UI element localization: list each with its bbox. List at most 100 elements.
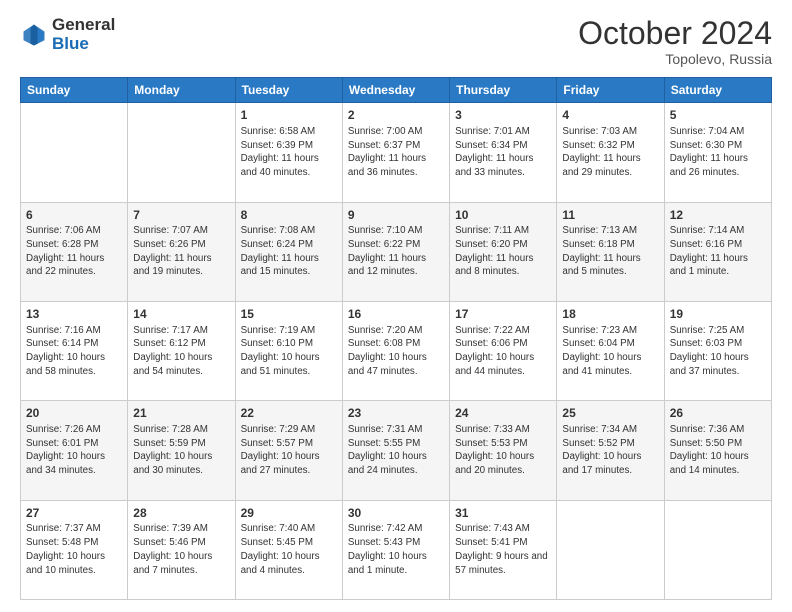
page: General Blue October 2024 Topolevo, Russ… bbox=[0, 0, 792, 612]
day-info: Sunrise: 7:07 AMSunset: 6:26 PMDaylight:… bbox=[133, 224, 229, 279]
day-number: 9 bbox=[348, 207, 444, 224]
day-number: 5 bbox=[670, 107, 766, 124]
day-info: Sunrise: 7:37 AMSunset: 5:48 PMDaylight:… bbox=[26, 522, 122, 577]
day-number: 25 bbox=[562, 405, 658, 422]
day-header-monday: Monday bbox=[128, 78, 235, 103]
calendar-cell: 18Sunrise: 7:23 AMSunset: 6:04 PMDayligh… bbox=[557, 301, 664, 400]
day-number: 7 bbox=[133, 207, 229, 224]
calendar-week-row: 20Sunrise: 7:26 AMSunset: 6:01 PMDayligh… bbox=[21, 401, 772, 500]
calendar-cell: 10Sunrise: 7:11 AMSunset: 6:20 PMDayligh… bbox=[450, 202, 557, 301]
day-number: 13 bbox=[26, 306, 122, 323]
calendar-cell: 25Sunrise: 7:34 AMSunset: 5:52 PMDayligh… bbox=[557, 401, 664, 500]
calendar-cell: 26Sunrise: 7:36 AMSunset: 5:50 PMDayligh… bbox=[664, 401, 771, 500]
day-number: 8 bbox=[241, 207, 337, 224]
day-number: 29 bbox=[241, 505, 337, 522]
day-number: 24 bbox=[455, 405, 551, 422]
day-info: Sunrise: 7:39 AMSunset: 5:46 PMDaylight:… bbox=[133, 522, 229, 577]
day-info: Sunrise: 7:42 AMSunset: 5:43 PMDaylight:… bbox=[348, 522, 444, 577]
day-info: Sunrise: 7:06 AMSunset: 6:28 PMDaylight:… bbox=[26, 224, 122, 279]
calendar-cell: 11Sunrise: 7:13 AMSunset: 6:18 PMDayligh… bbox=[557, 202, 664, 301]
logo-general-text: General bbox=[52, 16, 115, 35]
day-number: 10 bbox=[455, 207, 551, 224]
calendar-cell: 24Sunrise: 7:33 AMSunset: 5:53 PMDayligh… bbox=[450, 401, 557, 500]
calendar-cell: 15Sunrise: 7:19 AMSunset: 6:10 PMDayligh… bbox=[235, 301, 342, 400]
day-info: Sunrise: 7:36 AMSunset: 5:50 PMDaylight:… bbox=[670, 423, 766, 478]
day-info: Sunrise: 7:14 AMSunset: 6:16 PMDaylight:… bbox=[670, 224, 766, 279]
day-info: Sunrise: 7:33 AMSunset: 5:53 PMDaylight:… bbox=[455, 423, 551, 478]
day-info: Sunrise: 7:17 AMSunset: 6:12 PMDaylight:… bbox=[133, 324, 229, 379]
day-header-friday: Friday bbox=[557, 78, 664, 103]
day-info: Sunrise: 7:26 AMSunset: 6:01 PMDaylight:… bbox=[26, 423, 122, 478]
header: General Blue October 2024 Topolevo, Russ… bbox=[20, 16, 772, 67]
day-number: 27 bbox=[26, 505, 122, 522]
calendar-week-row: 1Sunrise: 6:58 AMSunset: 6:39 PMDaylight… bbox=[21, 103, 772, 202]
day-number: 3 bbox=[455, 107, 551, 124]
day-number: 28 bbox=[133, 505, 229, 522]
day-info: Sunrise: 7:25 AMSunset: 6:03 PMDaylight:… bbox=[670, 324, 766, 379]
calendar-cell: 4Sunrise: 7:03 AMSunset: 6:32 PMDaylight… bbox=[557, 103, 664, 202]
day-header-saturday: Saturday bbox=[664, 78, 771, 103]
calendar-cell bbox=[557, 500, 664, 599]
day-info: Sunrise: 7:04 AMSunset: 6:30 PMDaylight:… bbox=[670, 125, 766, 180]
day-info: Sunrise: 7:08 AMSunset: 6:24 PMDaylight:… bbox=[241, 224, 337, 279]
day-number: 26 bbox=[670, 405, 766, 422]
day-info: Sunrise: 7:22 AMSunset: 6:06 PMDaylight:… bbox=[455, 324, 551, 379]
day-number: 14 bbox=[133, 306, 229, 323]
day-info: Sunrise: 7:28 AMSunset: 5:59 PMDaylight:… bbox=[133, 423, 229, 478]
day-number: 19 bbox=[670, 306, 766, 323]
calendar-cell: 21Sunrise: 7:28 AMSunset: 5:59 PMDayligh… bbox=[128, 401, 235, 500]
day-info: Sunrise: 7:29 AMSunset: 5:57 PMDaylight:… bbox=[241, 423, 337, 478]
day-info: Sunrise: 7:01 AMSunset: 6:34 PMDaylight:… bbox=[455, 125, 551, 180]
calendar-cell: 17Sunrise: 7:22 AMSunset: 6:06 PMDayligh… bbox=[450, 301, 557, 400]
day-number: 16 bbox=[348, 306, 444, 323]
calendar-cell: 2Sunrise: 7:00 AMSunset: 6:37 PMDaylight… bbox=[342, 103, 449, 202]
day-number: 18 bbox=[562, 306, 658, 323]
day-number: 31 bbox=[455, 505, 551, 522]
calendar-week-row: 6Sunrise: 7:06 AMSunset: 6:28 PMDaylight… bbox=[21, 202, 772, 301]
calendar-cell: 12Sunrise: 7:14 AMSunset: 6:16 PMDayligh… bbox=[664, 202, 771, 301]
calendar-week-row: 27Sunrise: 7:37 AMSunset: 5:48 PMDayligh… bbox=[21, 500, 772, 599]
logo-blue-text: Blue bbox=[52, 35, 115, 54]
calendar-header-row: SundayMondayTuesdayWednesdayThursdayFrid… bbox=[21, 78, 772, 103]
day-info: Sunrise: 7:34 AMSunset: 5:52 PMDaylight:… bbox=[562, 423, 658, 478]
calendar-cell bbox=[21, 103, 128, 202]
calendar-cell: 27Sunrise: 7:37 AMSunset: 5:48 PMDayligh… bbox=[21, 500, 128, 599]
day-info: Sunrise: 7:23 AMSunset: 6:04 PMDaylight:… bbox=[562, 324, 658, 379]
day-number: 22 bbox=[241, 405, 337, 422]
calendar-week-row: 13Sunrise: 7:16 AMSunset: 6:14 PMDayligh… bbox=[21, 301, 772, 400]
day-number: 21 bbox=[133, 405, 229, 422]
day-info: Sunrise: 7:43 AMSunset: 5:41 PMDaylight:… bbox=[455, 522, 551, 577]
calendar-cell: 22Sunrise: 7:29 AMSunset: 5:57 PMDayligh… bbox=[235, 401, 342, 500]
day-number: 11 bbox=[562, 207, 658, 224]
calendar-cell: 19Sunrise: 7:25 AMSunset: 6:03 PMDayligh… bbox=[664, 301, 771, 400]
calendar-cell: 6Sunrise: 7:06 AMSunset: 6:28 PMDaylight… bbox=[21, 202, 128, 301]
location: Topolevo, Russia bbox=[578, 51, 772, 67]
logo-icon bbox=[20, 21, 48, 49]
day-number: 4 bbox=[562, 107, 658, 124]
logo: General Blue bbox=[20, 16, 115, 53]
calendar-cell: 30Sunrise: 7:42 AMSunset: 5:43 PMDayligh… bbox=[342, 500, 449, 599]
day-number: 30 bbox=[348, 505, 444, 522]
calendar-cell: 16Sunrise: 7:20 AMSunset: 6:08 PMDayligh… bbox=[342, 301, 449, 400]
day-info: Sunrise: 7:40 AMSunset: 5:45 PMDaylight:… bbox=[241, 522, 337, 577]
calendar-cell: 29Sunrise: 7:40 AMSunset: 5:45 PMDayligh… bbox=[235, 500, 342, 599]
calendar-cell: 1Sunrise: 6:58 AMSunset: 6:39 PMDaylight… bbox=[235, 103, 342, 202]
day-info: Sunrise: 7:11 AMSunset: 6:20 PMDaylight:… bbox=[455, 224, 551, 279]
calendar-cell: 5Sunrise: 7:04 AMSunset: 6:30 PMDaylight… bbox=[664, 103, 771, 202]
calendar-table: SundayMondayTuesdayWednesdayThursdayFrid… bbox=[20, 77, 772, 600]
calendar-cell bbox=[128, 103, 235, 202]
day-info: Sunrise: 7:00 AMSunset: 6:37 PMDaylight:… bbox=[348, 125, 444, 180]
day-header-thursday: Thursday bbox=[450, 78, 557, 103]
calendar-cell: 31Sunrise: 7:43 AMSunset: 5:41 PMDayligh… bbox=[450, 500, 557, 599]
calendar-cell: 23Sunrise: 7:31 AMSunset: 5:55 PMDayligh… bbox=[342, 401, 449, 500]
day-header-tuesday: Tuesday bbox=[235, 78, 342, 103]
calendar-cell: 3Sunrise: 7:01 AMSunset: 6:34 PMDaylight… bbox=[450, 103, 557, 202]
calendar-cell: 8Sunrise: 7:08 AMSunset: 6:24 PMDaylight… bbox=[235, 202, 342, 301]
day-header-sunday: Sunday bbox=[21, 78, 128, 103]
title-block: October 2024 Topolevo, Russia bbox=[578, 16, 772, 67]
day-info: Sunrise: 7:31 AMSunset: 5:55 PMDaylight:… bbox=[348, 423, 444, 478]
calendar-cell: 28Sunrise: 7:39 AMSunset: 5:46 PMDayligh… bbox=[128, 500, 235, 599]
day-number: 17 bbox=[455, 306, 551, 323]
calendar-cell: 9Sunrise: 7:10 AMSunset: 6:22 PMDaylight… bbox=[342, 202, 449, 301]
day-number: 1 bbox=[241, 107, 337, 124]
